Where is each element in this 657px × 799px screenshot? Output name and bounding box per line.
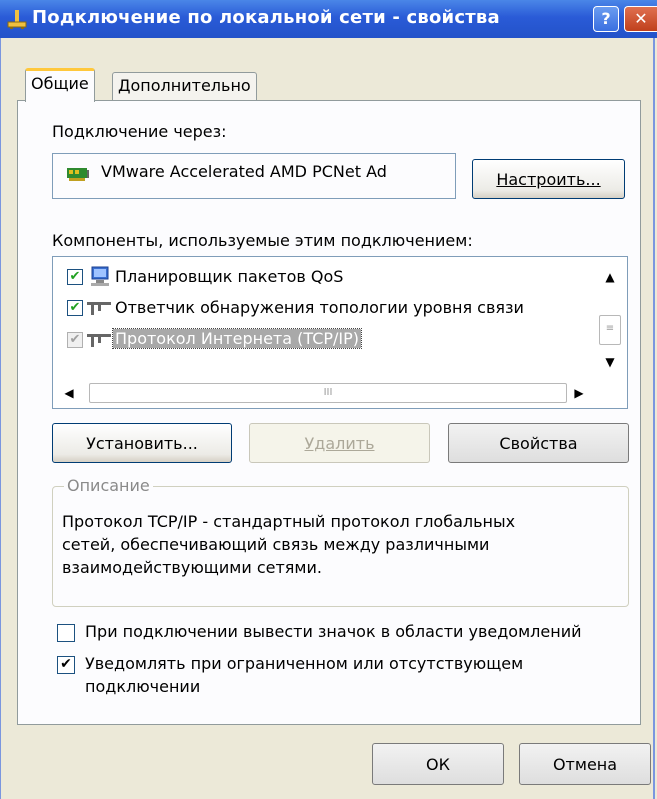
show-icon-label[interactable]: При подключении вывести значок в области… xyxy=(85,622,581,641)
description-legend: Описание xyxy=(64,476,153,495)
close-button[interactable]: ✕ xyxy=(624,6,657,32)
description-line-1: Протокол TCP/IP - стандартный протокол г… xyxy=(62,512,516,531)
scroll-left-arrow-icon[interactable]: ◀ xyxy=(57,380,81,406)
title-bar[interactable]: Подключение по локальной сети - свойства… xyxy=(0,0,657,38)
notify-limited-checkbox[interactable]: ✔ xyxy=(57,656,75,674)
window-title: Подключение по локальной сети - свойства xyxy=(32,7,500,28)
adapter-field: VMware Accelerated AMD PCNet Ad xyxy=(52,153,456,199)
remove-button[interactable]: Удалить xyxy=(249,423,430,463)
configure-button-label: Настроить... xyxy=(496,169,601,189)
show-icon-checkbox[interactable] xyxy=(57,624,75,642)
configure-button[interactable]: Настроить... xyxy=(472,159,625,199)
remove-button-label: Удалить xyxy=(304,433,375,453)
install-button[interactable]: Установить... xyxy=(52,423,232,463)
component-label-tcpip[interactable]: Протокол Интернета (TCP/IP) xyxy=(111,328,363,349)
ok-button-label: ОК xyxy=(426,754,450,774)
description-line-3: взаимодействующими сетями. xyxy=(62,558,322,577)
vertical-scroll-thumb[interactable]: ≡ xyxy=(599,315,621,345)
network-protocol-icon xyxy=(87,302,111,315)
adapter-name: VMware Accelerated AMD PCNet Ad xyxy=(101,162,387,181)
ok-button[interactable]: ОК xyxy=(372,743,504,785)
component-checkbox-lltd[interactable]: ✔ xyxy=(67,300,83,316)
scroll-up-arrow-icon[interactable]: ▲ xyxy=(597,264,623,290)
properties-button-label: Свойства xyxy=(499,433,578,453)
tab-general[interactable]: Общие xyxy=(25,68,95,102)
components-label: Компоненты, используемые этим подключени… xyxy=(52,231,473,250)
notify-limited-label-line-2[interactable]: подключении xyxy=(85,677,200,696)
scroll-right-arrow-icon[interactable]: ▶ xyxy=(567,380,591,406)
help-button[interactable]: ? xyxy=(593,6,619,32)
component-label-lltd[interactable]: Ответчик обнаружения топологии уровня св… xyxy=(115,298,524,317)
scroll-down-arrow-icon[interactable]: ▼ xyxy=(597,349,623,375)
network-protocol-icon xyxy=(87,334,111,347)
network-connection-icon xyxy=(7,10,27,29)
connect-through-label: Подключение через: xyxy=(52,122,227,141)
qos-scheduler-icon xyxy=(91,266,109,286)
component-checkbox-qos[interactable]: ✔ xyxy=(67,269,83,285)
component-checkbox-tcpip[interactable]: ✔ xyxy=(67,332,83,348)
cancel-button[interactable]: Отмена xyxy=(519,743,651,785)
components-list[interactable]: ✔ Планировщик пакетов QoS ✔ Ответчик обн… xyxy=(52,256,628,409)
tab-advanced[interactable]: Дополнительно xyxy=(112,72,257,100)
properties-button[interactable]: Свойства xyxy=(448,423,629,463)
component-label-qos[interactable]: Планировщик пакетов QoS xyxy=(115,267,343,286)
description-line-2: сетей, обеспечивающий связь между различ… xyxy=(62,535,490,554)
install-button-label: Установить... xyxy=(86,433,198,453)
cancel-button-label: Отмена xyxy=(552,754,618,774)
network-adapter-icon xyxy=(67,168,89,181)
notify-limited-label-line-1[interactable]: Уведомлять при ограниченном или отсутств… xyxy=(85,654,523,673)
horizontal-scroll-thumb[interactable]: III xyxy=(89,383,567,403)
